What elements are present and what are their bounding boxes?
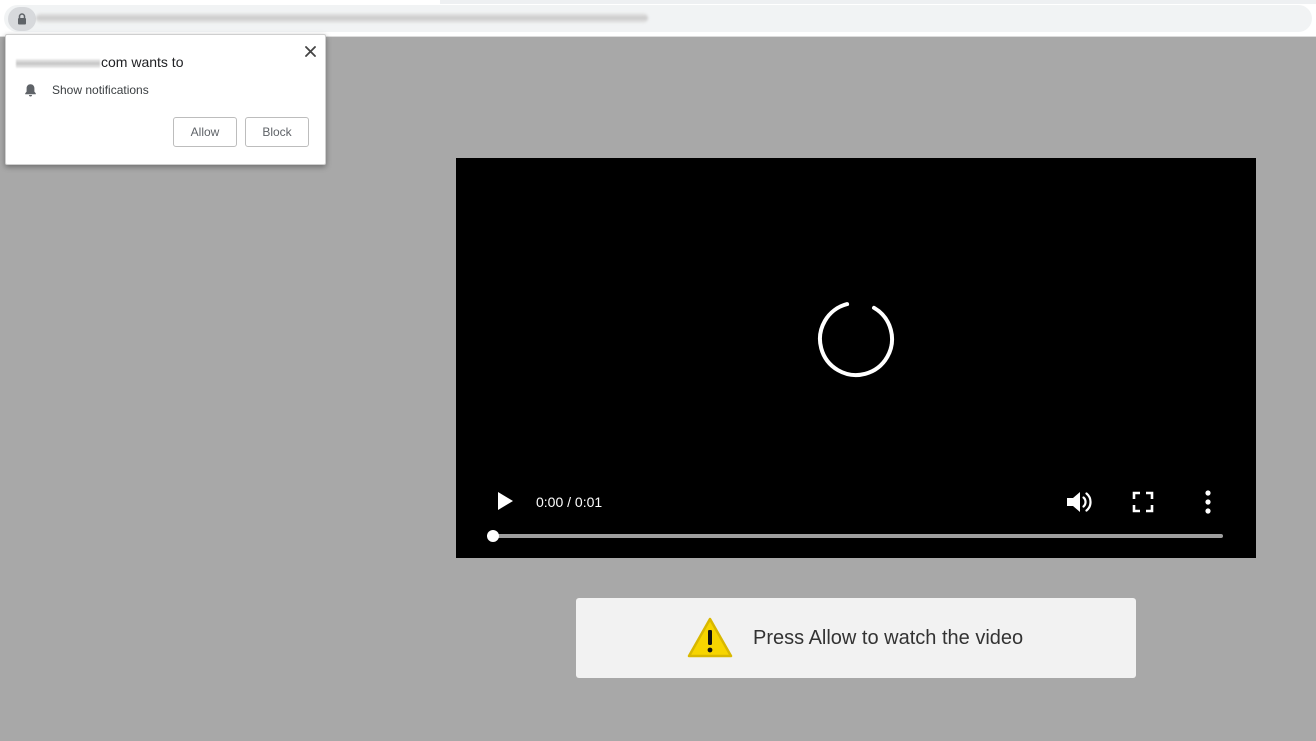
- volume-icon[interactable]: [1064, 488, 1094, 516]
- browser-address-bar: [0, 0, 1316, 37]
- close-icon: [304, 45, 316, 57]
- tab-strip-edge: [440, 0, 1316, 4]
- play-icon[interactable]: [494, 489, 516, 513]
- popup-title-text: com wants to: [101, 54, 184, 70]
- progress-thumb[interactable]: [487, 530, 499, 542]
- video-player[interactable]: 0:00 / 0:01: [456, 158, 1256, 558]
- notice-message: Press Allow to watch the video: [753, 627, 1024, 649]
- time-display: 0:00 / 0:01: [536, 494, 603, 510]
- site-info-button[interactable]: [8, 7, 36, 31]
- loading-spinner-icon: [818, 301, 894, 378]
- progress-bar[interactable]: [487, 530, 1223, 542]
- popup-title: com wants to: [16, 54, 183, 70]
- close-button[interactable]: [300, 41, 320, 61]
- bell-icon: [23, 83, 37, 97]
- allow-notice-banner: Press Allow to watch the video: [576, 598, 1136, 678]
- permission-label: Show notifications: [52, 83, 149, 97]
- lock-icon: [18, 13, 26, 25]
- warning-icon: [687, 617, 733, 658]
- block-button[interactable]: Block: [245, 117, 309, 147]
- notification-permission-popup: com wants to Show notifications Allow Bl…: [5, 34, 326, 165]
- fullscreen-icon[interactable]: [1131, 490, 1155, 514]
- permission-row: Show notifications: [23, 83, 149, 97]
- site-domain-obscured: [16, 58, 100, 68]
- more-options-icon[interactable]: [1198, 488, 1218, 516]
- url-text-obscured[interactable]: [36, 13, 648, 23]
- allow-button[interactable]: Allow: [173, 117, 237, 147]
